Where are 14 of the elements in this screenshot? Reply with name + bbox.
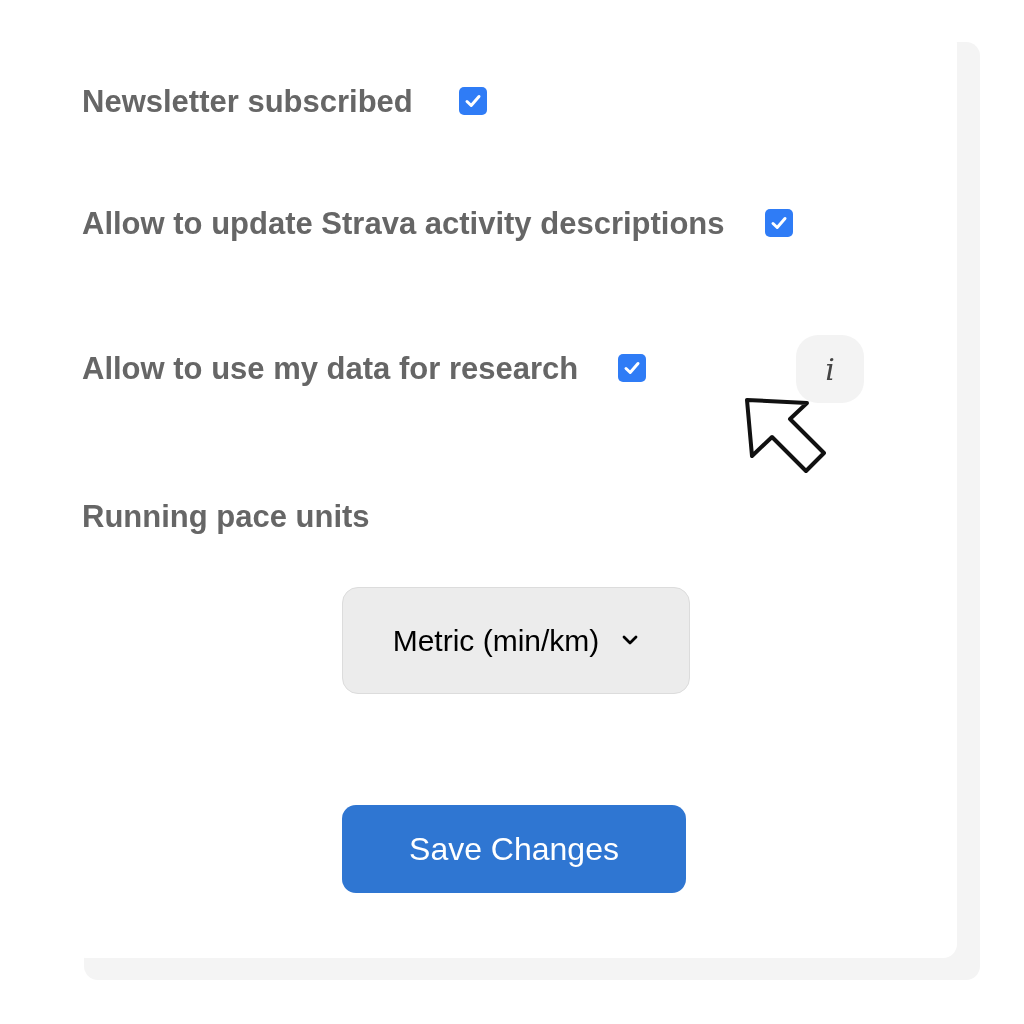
units-select[interactable]: Metric (min/km) [342, 586, 690, 694]
info-button[interactable]: i [796, 335, 865, 403]
section-label: Running pace units [82, 498, 370, 536]
checkmark-icon [769, 214, 788, 232]
checkmark-icon [623, 359, 642, 377]
setting-label: Newsletter subscribed [82, 82, 413, 121]
setting-label: Allow to use my data for research [82, 349, 579, 388]
setting-label: Allow to update Strava activity descriptions [82, 204, 725, 243]
checkmark-icon [463, 92, 482, 110]
checkbox[interactable] [618, 354, 647, 382]
save-button[interactable]: Save Changes [342, 804, 686, 893]
checkbox[interactable] [458, 87, 487, 115]
chevron-down-icon [621, 634, 640, 646]
checkbox[interactable] [764, 209, 793, 237]
